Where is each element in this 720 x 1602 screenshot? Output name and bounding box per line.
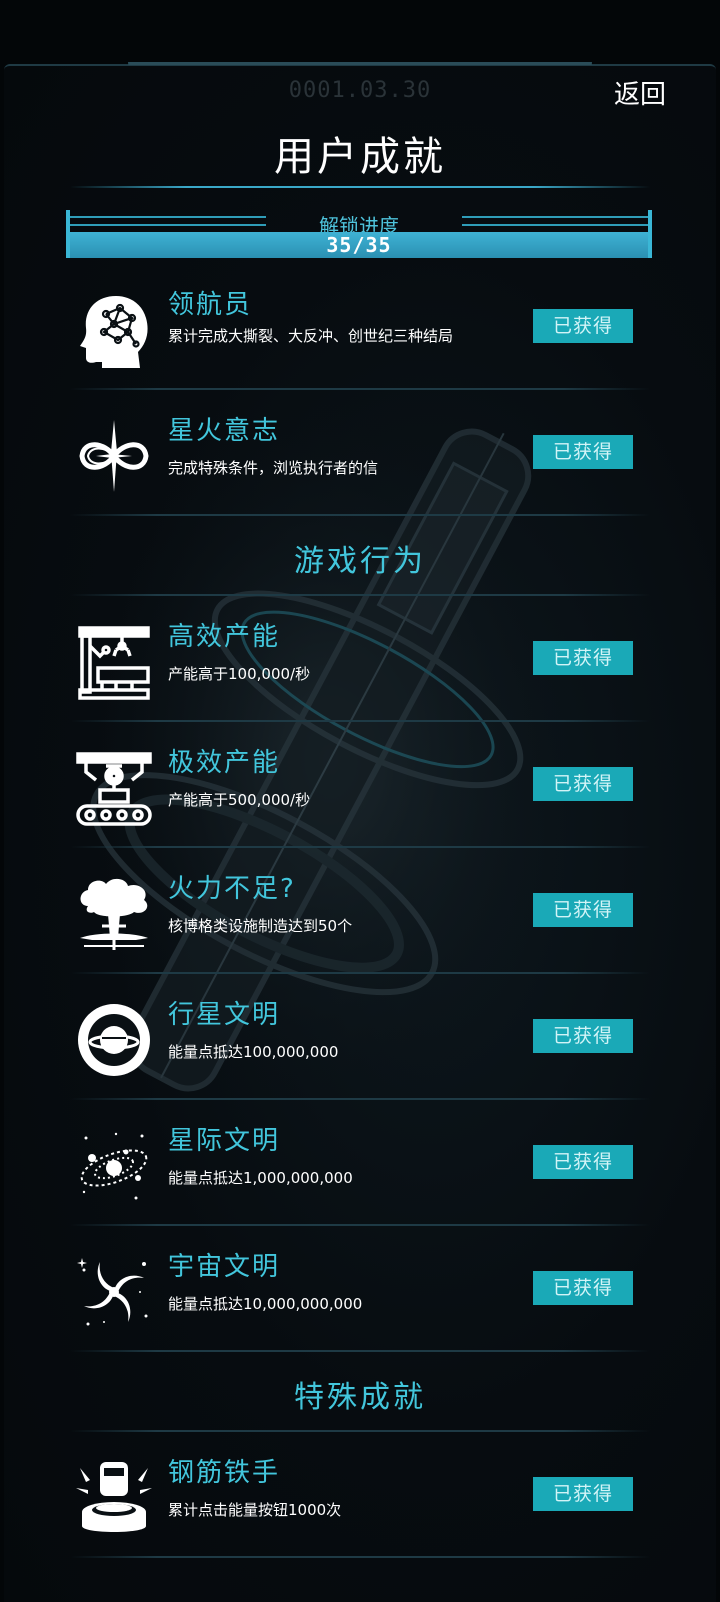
row-divider: [70, 514, 650, 516]
press-button-icon: [76, 1462, 152, 1532]
achievement-status-badge: 已获得: [533, 893, 633, 927]
section-title-behavior: 游戏行为: [294, 544, 426, 579]
achievement-status-badge: 已获得: [533, 435, 633, 469]
achievement-name: 宇宙文明: [168, 1252, 281, 1282]
achievement-desc: 能量点抵达10,000,000,000: [168, 1295, 363, 1313]
mushroom-cloud-icon: [80, 878, 148, 950]
achievement-name: 高效产能: [168, 622, 281, 652]
achievement-name: 星火意志: [168, 416, 281, 446]
infinity-star-icon: [79, 420, 149, 492]
conveyor-robot-icon: [76, 752, 152, 826]
achievement-status-badge: 已获得: [533, 767, 633, 801]
achievement-row: 极效产能 产能高于500,000/秒 已获得: [70, 722, 650, 848]
game-date: 0001.03.30: [288, 78, 432, 103]
achievement-name: 火力不足?: [168, 874, 296, 904]
achievement-status-badge: 已获得: [533, 1019, 633, 1053]
achievement-desc: 产能高于100,000/秒: [168, 665, 311, 683]
achievement-row: 星际文明 能量点抵达1,000,000,000 已获得: [70, 1100, 650, 1226]
page-title: 用户成就: [274, 134, 446, 180]
back-button[interactable]: 返回: [614, 74, 666, 111]
achievement-row: 宇宙文明 能量点抵达10,000,000,000 已获得: [70, 1226, 650, 1352]
achievement-row: 星火意志 完成特殊条件，浏览执行者的信 已获得: [70, 390, 650, 516]
achievement-status-badge: 已获得: [533, 1477, 633, 1511]
achievement-row: 火力不足? 核博格类设施制造达到50个 已获得: [70, 848, 650, 974]
solar-system-icon: [80, 1132, 148, 1200]
row-divider: [70, 1350, 650, 1352]
achievement-desc: 能量点抵达100,000,000: [168, 1043, 339, 1061]
achievement-row: 行星文明 能量点抵达100,000,000 已获得: [70, 974, 650, 1100]
achievement-name: 领航员: [168, 290, 253, 320]
achievement-desc: 完成特殊条件，浏览执行者的信: [168, 459, 379, 477]
panel-top-tab: [128, 62, 592, 77]
unlock-progress: 解锁进度 35/35: [66, 210, 652, 260]
progress-count: 35/35: [326, 233, 392, 257]
achievement-status-badge: 已获得: [533, 1145, 633, 1179]
achievement-name: 行星文明: [168, 1000, 281, 1030]
section-title-special: 特殊成就: [294, 1380, 426, 1415]
achievement-desc: 产能高于500,000/秒: [168, 791, 311, 809]
achievement-name: 星际文明: [168, 1126, 281, 1156]
achievement-desc: 累计完成大撕裂、大反冲、创世纪三种结局: [168, 327, 454, 345]
galaxy-spiral-icon: [77, 1258, 148, 1326]
title-divider: [70, 186, 650, 188]
achievement-row: 钢筋铁手 累计点击能量按钮1000次 已获得: [70, 1432, 650, 1558]
achievement-status-badge: 已获得: [533, 309, 633, 343]
brain-head-icon: [80, 296, 148, 368]
achievement-name: 极效产能: [168, 748, 281, 778]
planet-ring-icon: [78, 1004, 150, 1076]
achievement-row: 高效产能 产能高于100,000/秒 已获得: [70, 596, 650, 722]
achievement-row: 领航员 累计完成大撕裂、大反冲、创世纪三种结局 已获得: [70, 264, 650, 390]
achievement-desc: 累计点击能量按钮1000次: [168, 1501, 342, 1519]
achievement-desc: 核博格类设施制造达到50个: [168, 917, 353, 935]
achievement-status-badge: 已获得: [533, 1271, 633, 1305]
achievement-status-badge: 已获得: [533, 641, 633, 675]
factory-arm-icon: [78, 626, 150, 700]
achievement-desc: 能量点抵达1,000,000,000: [168, 1169, 353, 1187]
achievement-name: 钢筋铁手: [168, 1458, 281, 1488]
row-divider: [70, 1556, 650, 1558]
